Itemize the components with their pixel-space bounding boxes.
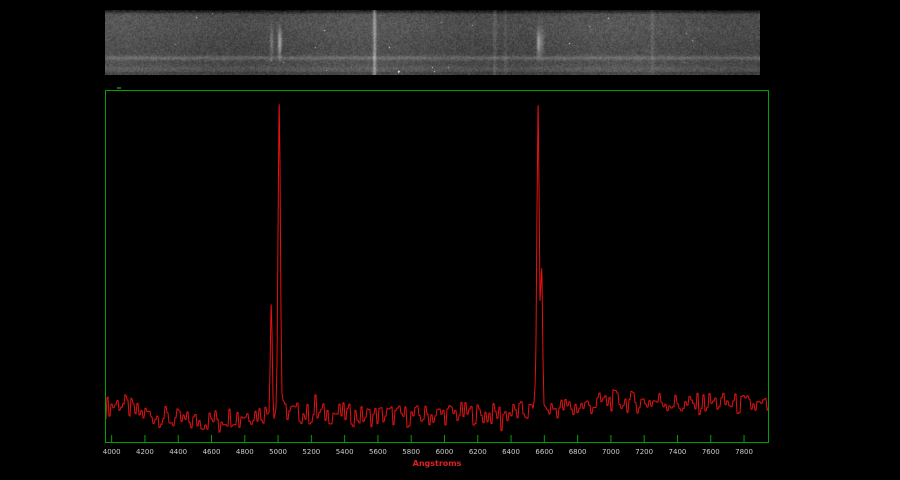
x-axis-tick-label: 4000: [103, 448, 121, 456]
x-axis-tick-label: 7800: [735, 448, 753, 456]
x-axis-tick-label: 4800: [236, 448, 254, 456]
spectrum-trace: [105, 104, 769, 432]
x-axis-tick-label: 5400: [336, 448, 354, 456]
x-axis-tick-label: 4200: [136, 448, 154, 456]
x-axis-tick-label: 5200: [302, 448, 320, 456]
x-axis-tick-label: 6800: [569, 448, 587, 456]
x-axis-tick-label: 6200: [469, 448, 487, 456]
x-axis-tick-label: 5600: [369, 448, 387, 456]
x-axis-tick-label: 4600: [203, 448, 221, 456]
x-axis-tick-label: 5800: [402, 448, 420, 456]
x-axis-label: Angstroms: [105, 459, 769, 468]
x-axis-tick-label: 6400: [502, 448, 520, 456]
x-axis-tick-label: 6000: [436, 448, 454, 456]
screen: 4000 4200 4400 4600 4800 5000 5200 5400 5600 5800…: [0, 0, 900, 480]
x-axis-tick-label: 7600: [702, 448, 720, 456]
x-axis-tick-label: 7000: [602, 448, 620, 456]
spectrum-plot-canvas[interactable]: [105, 90, 769, 443]
x-axis-tick-label: 4400: [169, 448, 187, 456]
spectrum-plot-window[interactable]: [105, 90, 769, 443]
x-axis-tick-label: 6600: [535, 448, 553, 456]
spectrum-2d-image[interactable]: [105, 10, 760, 75]
plot-corner-marker: [117, 87, 121, 89]
plot-border: [106, 91, 769, 443]
x-axis-tick-label: 7400: [669, 448, 687, 456]
x-axis-tick-label: 7200: [635, 448, 653, 456]
x-axis-tick-label: 5000: [269, 448, 287, 456]
